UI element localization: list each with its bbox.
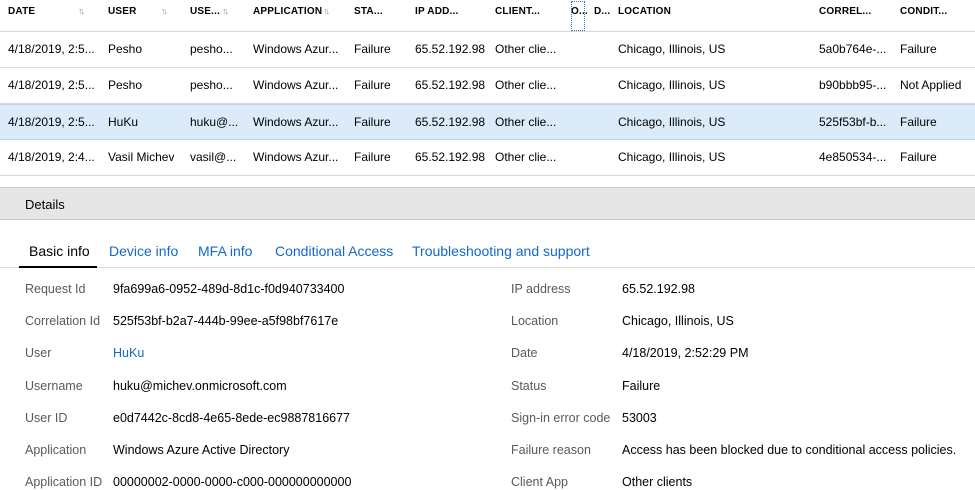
column-header-conditional-access[interactable]: CONDIT... [900,0,947,32]
cell-conditional-access: Failure [900,115,937,129]
cell-status: Failure [354,150,391,164]
cell-location: Chicago, Illinois, US [618,42,726,56]
signins-table: DATE ↑↓ USER ↑↓ USE... ↑↓ APPLICATION ↑↓ STA... I… [0,0,975,176]
tab-basic-info[interactable]: Basic info [19,238,97,268]
tab-device-info[interactable]: Device info [109,238,178,267]
label-application: Application [25,443,87,457]
tab-troubleshooting[interactable]: Troubleshooting and support [412,238,590,267]
table-row[interactable]: 4/18/2019, 2:5... Pesho pesho... Windows Az… [0,68,975,104]
cell-date: 4/18/2019, 2:5... [8,78,95,92]
cell-correlation-id: b90bbb95-... [819,78,887,92]
cell-correlation-id: 5a0b764e-... [819,42,887,56]
cell-client-app: Other clie... [495,150,557,164]
label-correlation-id: Correlation Id [25,314,101,328]
value-user[interactable]: HuKu [113,346,144,360]
label-location: Location [511,314,559,328]
cell-username: pesho... [190,42,233,56]
value-request-id: 9fa699a6-0952-489d-8d1c-f0d940733400 [113,282,345,296]
cell-date: 4/18/2019, 2:5... [8,42,95,56]
cell-location: Chicago, Illinois, US [618,150,726,164]
cell-status: Failure [354,78,391,92]
table-row[interactable]: 4/18/2019, 2:5... HuKu huku@... Windows Azu… [0,104,975,140]
column-header-client-app[interactable]: CLIENT... [495,0,540,32]
sort-icon[interactable]: ↑↓ [222,6,229,16]
cell-user: Pesho [108,42,143,56]
cell-location: Chicago, Illinois, US [618,78,726,92]
cell-application: Windows Azur... [253,115,339,129]
cell-ip-address: 65.52.192.98 [415,42,486,56]
column-focus-indicator [571,1,585,31]
cell-ip-address: 65.52.192.98 [415,115,486,129]
cell-date: 4/18/2019, 2:4... [8,150,95,164]
column-header-user[interactable]: USER [108,0,137,32]
value-sign-in-error-code: 53003 [622,411,657,425]
cell-correlation-id: 525f53bf-b... [819,115,887,129]
column-header-username[interactable]: USE... [190,0,220,32]
tab-conditional-access[interactable]: Conditional Access [275,238,393,267]
value-application-id: 00000002-0000-0000-c000-000000000000 [113,475,352,489]
cell-username: vasil@... [190,150,237,164]
cell-conditional-access: Not Applied [900,78,962,92]
cell-user: Vasil Michev [108,150,175,164]
column-header-application[interactable]: APPLICATION [253,0,322,32]
cell-conditional-access: Failure [900,42,937,56]
label-application-id: Application ID [25,475,103,489]
value-location: Chicago, Illinois, US [622,314,734,328]
value-correlation-id: 525f53bf-b2a7-444b-99ee-a5f98bf7617e [113,314,339,328]
column-header-date[interactable]: DATE [8,0,35,32]
label-username: Username [25,379,83,393]
table-row[interactable]: 4/18/2019, 2:5... Pesho pesho... Windows Az… [0,32,975,68]
sort-icon[interactable]: ↑↓ [161,6,168,16]
column-header-correlation-id[interactable]: CORREL... [819,0,871,32]
label-user-id: User ID [25,411,68,425]
cell-client-app: Other clie... [495,78,557,92]
value-failure-reason: Access has been blocked due to condition… [622,443,957,457]
cell-client-app: Other clie... [495,115,557,129]
label-failure-reason: Failure reason [511,443,591,457]
value-client-app: Other clients [622,475,693,489]
cell-correlation-id: 4e850534-... [819,150,887,164]
cell-application: Windows Azur... [253,150,339,164]
cell-location: Chicago, Illinois, US [618,115,726,129]
label-request-id: Request Id [25,282,86,296]
details-title: Details [25,197,65,212]
value-username: huku@michev.onmicrosoft.com [113,379,287,393]
cell-user: Pesho [108,78,143,92]
value-status: Failure [622,379,661,393]
cell-client-app: Other clie... [495,42,557,56]
table-header: DATE ↑↓ USER ↑↓ USE... ↑↓ APPLICATION ↑↓ STA... I… [0,0,975,32]
cell-application: Windows Azur... [253,42,339,56]
label-client-app: Client App [511,475,568,489]
cell-status: Failure [354,115,391,129]
label-date: Date [511,346,538,360]
column-header-device[interactable]: D... [594,0,610,32]
value-user-id: e0d7442c-8cd8-4e65-8ede-ec9887816677 [113,411,351,425]
cell-username: huku@... [190,115,239,129]
cell-application: Windows Azur... [253,78,339,92]
cell-ip-address: 65.52.192.98 [415,150,486,164]
details-tabs: Basic info Device info MFA info Conditional… [0,238,975,268]
label-user: User [25,346,52,360]
label-status: Status [511,379,547,393]
label-ip-address: IP address [511,282,571,296]
value-application: Windows Azure Active Directory [113,443,290,457]
tab-mfa-info[interactable]: MFA info [198,238,252,267]
column-header-ip-address[interactable]: IP ADD... [415,0,458,32]
column-header-status[interactable]: STA... [354,0,383,32]
sort-icon[interactable]: ↑↓ [323,6,330,16]
sort-icon[interactable]: ↑↓ [78,6,85,16]
cell-conditional-access: Failure [900,150,937,164]
column-header-location[interactable]: LOCATION [618,0,671,32]
value-date: 4/18/2019, 2:52:29 PM [622,346,749,360]
cell-date: 4/18/2019, 2:5... [8,115,95,129]
cell-username: pesho... [190,78,233,92]
cell-status: Failure [354,42,391,56]
value-ip-address: 65.52.192.98 [622,282,695,296]
table-row[interactable]: 4/18/2019, 2:4... Vasil Michev vasil@... Wi… [0,140,975,176]
cell-user: HuKu [108,115,139,129]
details-pane-header[interactable]: Details [0,187,975,220]
cell-ip-address: 65.52.192.98 [415,78,486,92]
label-sign-in-error-code: Sign-in error code [511,411,611,425]
